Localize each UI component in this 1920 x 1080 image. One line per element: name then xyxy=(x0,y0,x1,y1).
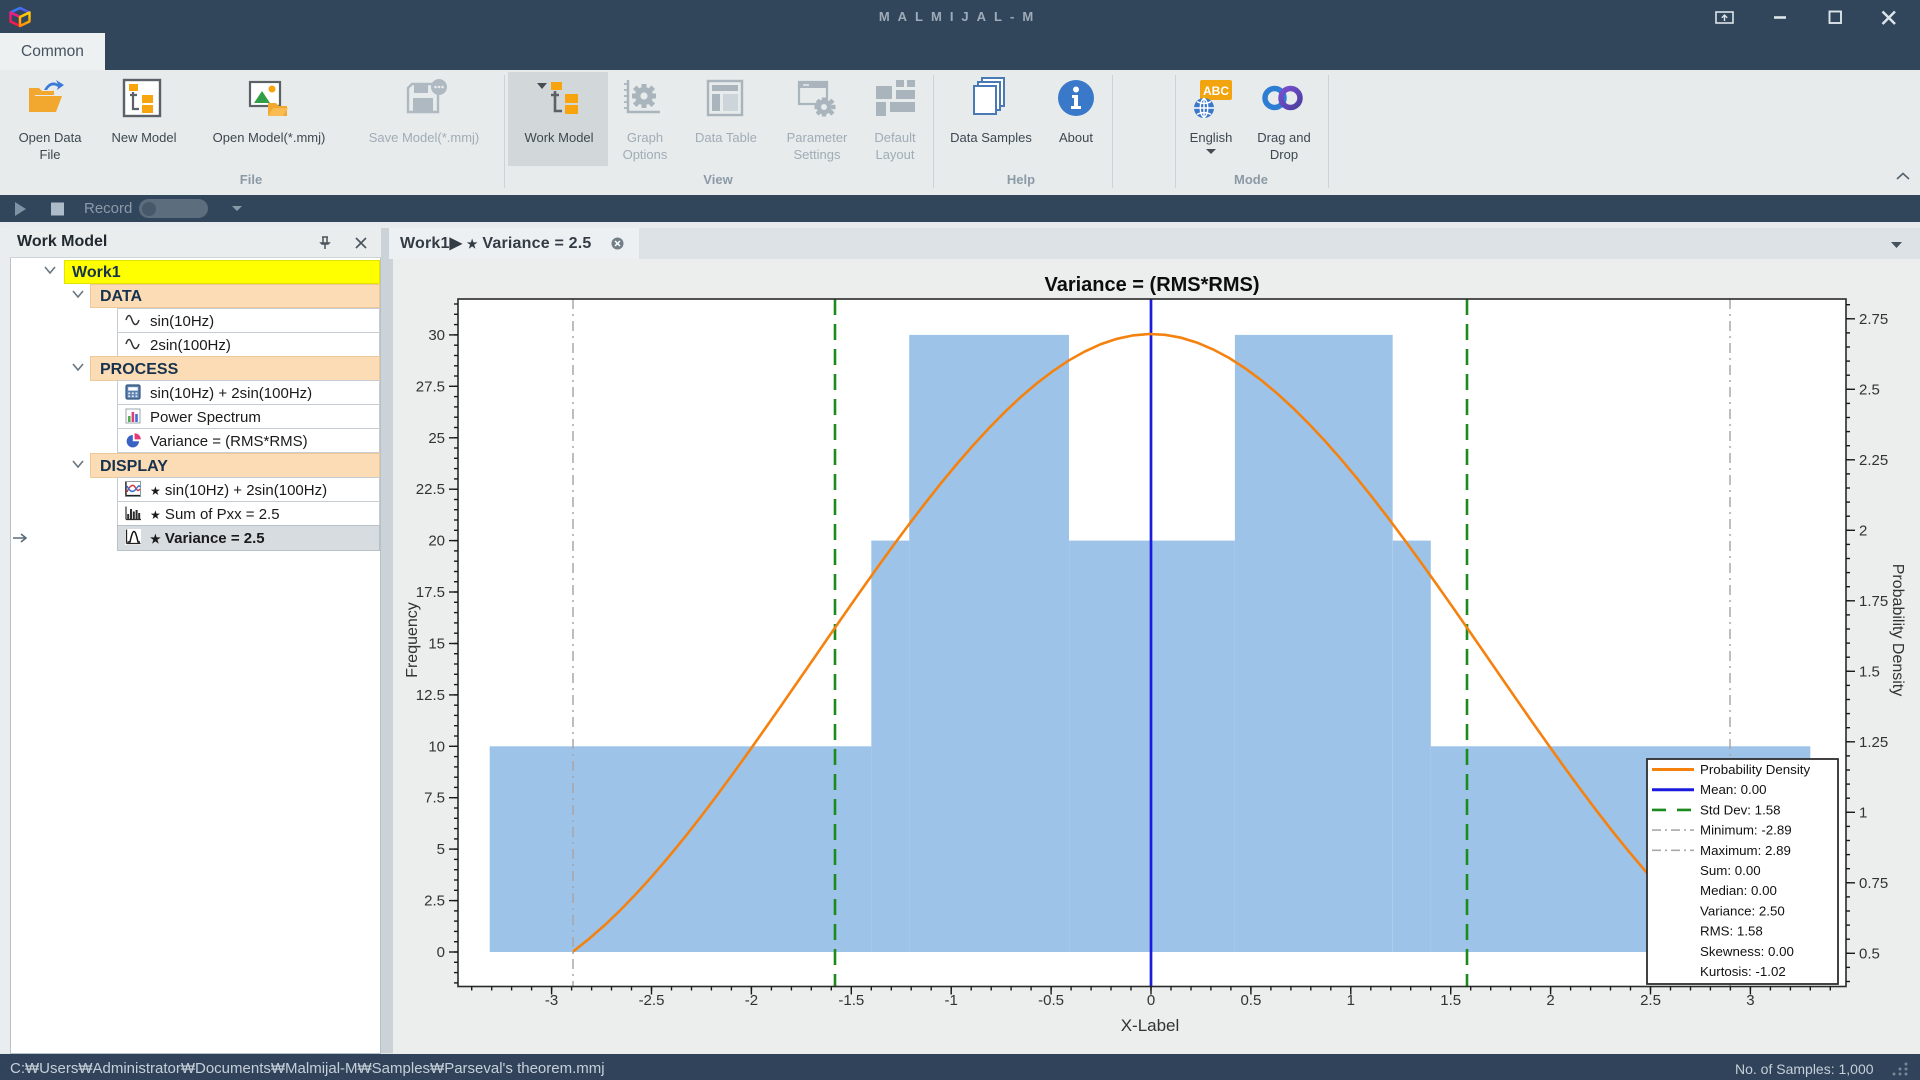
svg-text:2.75: 2.75 xyxy=(1859,311,1888,328)
svg-text:X-Label: X-Label xyxy=(1121,1016,1180,1035)
svg-text:Std Dev: 1.58: Std Dev: 1.58 xyxy=(1700,802,1781,817)
svg-text:Minimum: -2.89: Minimum: -2.89 xyxy=(1700,823,1792,838)
svg-text:ABC: ABC xyxy=(1203,84,1229,98)
svg-text:2.25: 2.25 xyxy=(1859,452,1888,469)
svg-text:-0.5: -0.5 xyxy=(1038,992,1064,1009)
svg-text:1.5: 1.5 xyxy=(1859,663,1880,680)
svg-text:27.5: 27.5 xyxy=(416,378,445,395)
svg-text:Maximum: 2.89: Maximum: 2.89 xyxy=(1700,843,1791,858)
svg-text:30: 30 xyxy=(428,327,445,344)
svg-text:17.5: 17.5 xyxy=(416,584,445,601)
svg-text:1: 1 xyxy=(1347,992,1355,1009)
svg-text:0.75: 0.75 xyxy=(1859,875,1888,892)
svg-text:-1.5: -1.5 xyxy=(838,992,864,1009)
svg-text:0: 0 xyxy=(1147,992,1155,1009)
svg-text:2.5: 2.5 xyxy=(424,893,445,910)
svg-text:1.25: 1.25 xyxy=(1859,734,1888,751)
svg-text:0: 0 xyxy=(437,944,445,961)
svg-text:12.5: 12.5 xyxy=(416,687,445,704)
svg-text:Median: 0.00: Median: 0.00 xyxy=(1700,883,1777,898)
svg-text:Skewness: 0.00: Skewness: 0.00 xyxy=(1700,944,1794,959)
svg-text:15: 15 xyxy=(428,636,445,653)
svg-text:2.5: 2.5 xyxy=(1859,381,1880,398)
svg-text:Variance: 2.50: Variance: 2.50 xyxy=(1700,903,1785,918)
svg-text:25: 25 xyxy=(428,430,445,447)
svg-text:Mean: 0.00: Mean: 0.00 xyxy=(1700,782,1767,797)
svg-text:Frequency: Frequency xyxy=(404,602,421,678)
svg-text:Variance = (RMS*RMS): Variance = (RMS*RMS) xyxy=(1044,274,1259,296)
svg-text:1.75: 1.75 xyxy=(1859,593,1888,610)
svg-text:10: 10 xyxy=(428,738,445,755)
svg-text:2: 2 xyxy=(1546,992,1554,1009)
svg-text:0.5: 0.5 xyxy=(1240,992,1261,1009)
svg-text:Probability Density: Probability Density xyxy=(1700,762,1810,777)
svg-text:-2: -2 xyxy=(745,992,758,1009)
svg-text:RMS: 1.58: RMS: 1.58 xyxy=(1700,924,1763,939)
svg-text:-2.5: -2.5 xyxy=(639,992,665,1009)
svg-text:Probability Density: Probability Density xyxy=(1889,564,1906,697)
svg-text:-3: -3 xyxy=(545,992,558,1009)
svg-text:Kurtosis: -1.02: Kurtosis: -1.02 xyxy=(1700,964,1786,979)
svg-text:Sum: 0.00: Sum: 0.00 xyxy=(1700,863,1761,878)
svg-text:1: 1 xyxy=(1859,804,1867,821)
svg-text:-1: -1 xyxy=(945,992,958,1009)
svg-text:3: 3 xyxy=(1746,992,1754,1009)
svg-text:1.5: 1.5 xyxy=(1440,992,1461,1009)
svg-text:2.5: 2.5 xyxy=(1640,992,1661,1009)
svg-text:5: 5 xyxy=(437,841,445,858)
svg-text:7.5: 7.5 xyxy=(424,790,445,807)
svg-text:22.5: 22.5 xyxy=(416,481,445,498)
svg-text:0.5: 0.5 xyxy=(1859,945,1880,962)
svg-text:20: 20 xyxy=(428,533,445,550)
svg-text:2: 2 xyxy=(1859,522,1867,539)
